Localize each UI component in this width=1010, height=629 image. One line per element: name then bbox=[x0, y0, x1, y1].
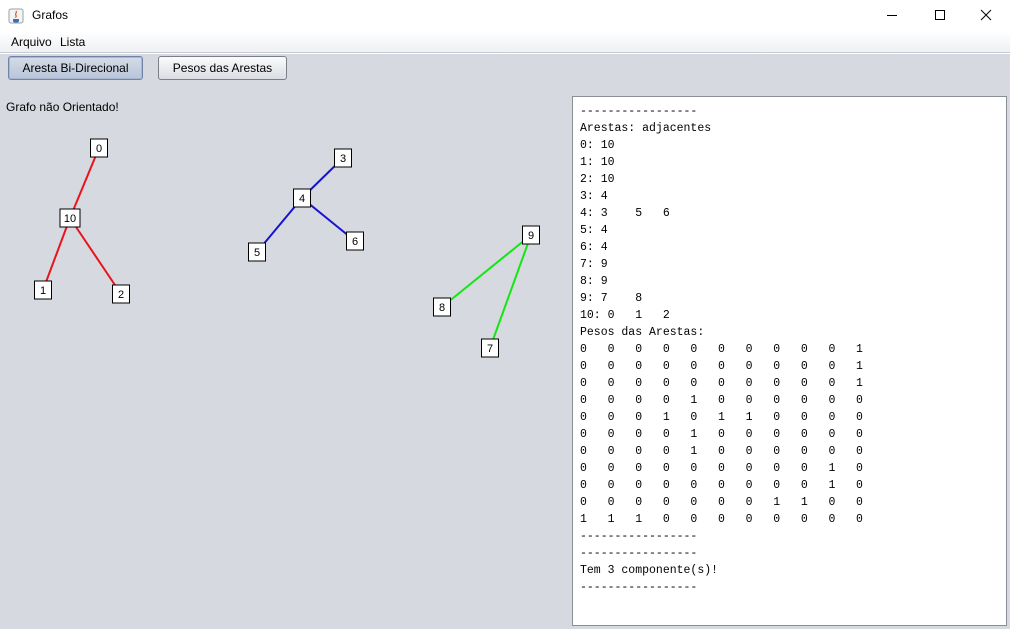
graph-node-label: 2 bbox=[118, 289, 124, 301]
graph-node-6[interactable]: 6 bbox=[346, 231, 364, 251]
graph-node-10[interactable]: 10 bbox=[59, 208, 81, 228]
output-line: 1: 10 bbox=[580, 156, 615, 169]
maximize-icon bbox=[935, 10, 945, 20]
graph-node-label: 8 bbox=[439, 302, 445, 314]
java-app-icon bbox=[8, 8, 24, 24]
graph-node-8[interactable]: 8 bbox=[433, 297, 451, 317]
close-icon bbox=[980, 9, 992, 21]
output-line: Pesos das Arestas: bbox=[580, 326, 705, 339]
output-line: 0 0 0 0 0 0 0 0 0 1 0 bbox=[580, 462, 863, 475]
output-line: 1 1 1 0 0 0 0 0 0 0 0 bbox=[580, 513, 863, 526]
output-line: 5: 4 bbox=[580, 224, 608, 237]
output-text-area[interactable]: ----------------- Arestas: adjacentes 0: 1… bbox=[572, 96, 1007, 626]
graph-edge-10-2 bbox=[69, 217, 122, 295]
output-line: 6: 4 bbox=[580, 241, 608, 254]
minimize-icon bbox=[887, 15, 897, 16]
maximize-button[interactable] bbox=[917, 0, 963, 30]
output-line: ----------------- bbox=[580, 547, 698, 560]
output-line: Arestas: adjacentes bbox=[580, 122, 712, 135]
graph-node-label: 1 bbox=[40, 285, 46, 297]
output-text: ----------------- Arestas: adjacentes 0: 1… bbox=[580, 103, 863, 596]
graph-node-label: 3 bbox=[340, 153, 346, 165]
graph-node-3[interactable]: 3 bbox=[334, 148, 352, 168]
menu-bar: Arquivo Lista bbox=[0, 32, 1010, 53]
output-line: 0 0 0 0 0 0 0 0 0 0 1 bbox=[580, 377, 863, 390]
output-line: 4: 3 5 6 bbox=[580, 207, 670, 220]
graph-node-label: 4 bbox=[299, 193, 305, 205]
graph-node-0[interactable]: 0 bbox=[90, 138, 108, 158]
graph-node-label: 7 bbox=[487, 343, 493, 355]
output-line: 3: 4 bbox=[580, 190, 608, 203]
output-line: 0 0 0 0 1 0 0 0 0 0 0 bbox=[580, 394, 863, 407]
menu-lista[interactable]: Lista bbox=[60, 35, 85, 49]
graph-canvas[interactable]: 0 1 2 3 4 5 6 7 8 9 10 bbox=[0, 54, 570, 629]
close-button[interactable] bbox=[963, 0, 1009, 30]
graph-node-label: 6 bbox=[352, 236, 358, 248]
output-line: 8: 9 bbox=[580, 275, 608, 288]
output-line: 0: 10 bbox=[580, 139, 615, 152]
output-line: ----------------- bbox=[580, 530, 698, 543]
output-line: 0 0 0 1 0 1 1 0 0 0 0 bbox=[580, 411, 863, 424]
minimize-button[interactable] bbox=[869, 0, 915, 30]
output-line: Tem 3 componente(s)! bbox=[580, 564, 719, 577]
graph-node-label: 5 bbox=[254, 247, 260, 259]
output-line: 0 0 0 0 0 0 0 0 0 1 0 bbox=[580, 479, 863, 492]
output-line: 0 0 0 0 0 0 0 0 0 0 1 bbox=[580, 360, 863, 373]
output-line: 7: 9 bbox=[580, 258, 608, 271]
title-bar: Grafos bbox=[0, 0, 1010, 32]
output-line: 0 0 0 0 0 0 0 0 0 0 1 bbox=[580, 343, 863, 356]
graph-node-5[interactable]: 5 bbox=[248, 242, 266, 262]
menu-arquivo[interactable]: Arquivo bbox=[11, 35, 52, 49]
graph-node-label: 10 bbox=[64, 213, 76, 225]
graph-node-4[interactable]: 4 bbox=[293, 188, 311, 208]
graph-edge-10-1 bbox=[42, 217, 71, 291]
graph-node-9[interactable]: 9 bbox=[522, 225, 540, 245]
graph-edge-0-10 bbox=[69, 147, 100, 219]
graph-node-1[interactable]: 1 bbox=[34, 280, 52, 300]
graph-node-label: 9 bbox=[528, 230, 534, 242]
output-line: 2: 10 bbox=[580, 173, 615, 186]
output-line: 10: 0 1 2 bbox=[580, 309, 670, 322]
output-line: 0 0 0 0 0 0 0 1 1 0 0 bbox=[580, 496, 863, 509]
output-line: 0 0 0 0 1 0 0 0 0 0 0 bbox=[580, 428, 863, 441]
window-title: Grafos bbox=[32, 8, 69, 22]
output-line: 9: 7 8 bbox=[580, 292, 643, 305]
output-line: ----------------- bbox=[580, 105, 698, 118]
graph-node-label: 0 bbox=[96, 143, 102, 155]
graph-node-2[interactable]: 2 bbox=[112, 284, 130, 304]
output-line: ----------------- bbox=[580, 581, 698, 594]
output-line: 0 0 0 0 1 0 0 0 0 0 0 bbox=[580, 445, 863, 458]
graph-node-7[interactable]: 7 bbox=[481, 338, 499, 358]
